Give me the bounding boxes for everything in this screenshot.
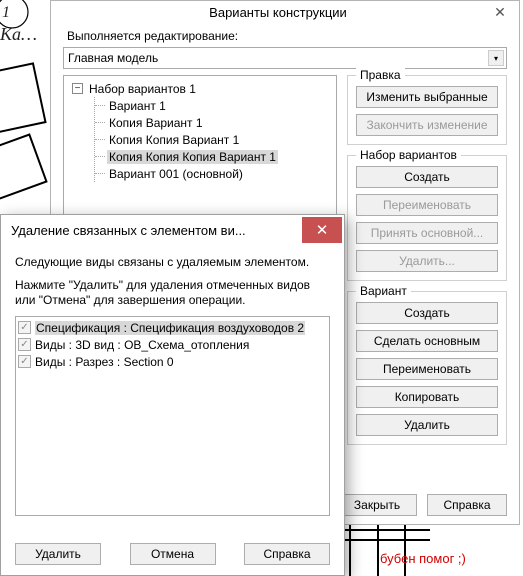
tree-item-label: Копия Копия Копия Вариант 1 bbox=[107, 150, 278, 164]
set-create-button[interactable]: Создать bbox=[356, 166, 498, 188]
close-icon[interactable]: ✕ bbox=[485, 3, 515, 21]
close-button[interactable]: Закрыть bbox=[337, 494, 417, 516]
set-rename-button[interactable]: Переименовать bbox=[356, 194, 498, 216]
delete-button[interactable]: Удалить bbox=[15, 543, 101, 565]
dialog-title: Варианты конструкции bbox=[51, 5, 485, 20]
list-item-label: Спецификация : Спецификация воздуховодов… bbox=[35, 321, 305, 335]
tree-item[interactable]: Копия Вариант 1 bbox=[103, 114, 330, 131]
child-msg-2: Нажмите "Удалить" для удаления отмеченны… bbox=[15, 278, 330, 308]
editing-label: Выполняется редактирование: bbox=[67, 29, 507, 43]
variant-create-button[interactable]: Создать bbox=[356, 302, 498, 324]
help-button[interactable]: Справка bbox=[427, 494, 507, 516]
checkbox-icon[interactable]: ✓ bbox=[18, 321, 31, 334]
tree-item[interactable]: Вариант 001 (основной) bbox=[103, 165, 330, 182]
delete-views-dialog: Удаление связанных с элементом ви... ✕ С… bbox=[0, 214, 345, 576]
bg-text-1: 1 bbox=[2, 4, 10, 22]
views-list[interactable]: ✓ Спецификация : Спецификация воздуховодо… bbox=[15, 316, 330, 516]
group-set-legend: Набор вариантов bbox=[356, 148, 461, 162]
list-item[interactable]: ✓ Виды : Разрез : Section 0 bbox=[18, 353, 327, 370]
help-button[interactable]: Справка bbox=[244, 543, 330, 565]
finish-change-button[interactable]: Закончить изменение bbox=[356, 114, 498, 136]
variant-delete-button[interactable]: Удалить bbox=[356, 414, 498, 436]
tree-root-node[interactable]: − Набор вариантов 1 bbox=[72, 80, 330, 97]
group-variant-legend: Вариант bbox=[356, 284, 411, 298]
set-accept-main-button[interactable]: Принять основной... bbox=[356, 222, 498, 244]
edit-selected-button[interactable]: Изменить выбранные bbox=[356, 86, 498, 108]
child-dialog-title: Удаление связанных с элементом ви... bbox=[11, 223, 300, 238]
checkbox-icon[interactable]: ✓ bbox=[18, 355, 31, 368]
list-item-label: Виды : 3D вид : ОВ_Схема_отопления bbox=[35, 338, 249, 352]
group-variant: Вариант Создать Сделать основным Переиме… bbox=[347, 291, 507, 445]
group-edit-legend: Правка bbox=[356, 68, 405, 82]
annotation-bottom: бубен помог ;) bbox=[380, 551, 466, 566]
editing-combo[interactable]: Главная модель ▾ bbox=[63, 47, 507, 69]
collapse-icon[interactable]: − bbox=[72, 83, 83, 94]
tree-item[interactable]: Копия Копия Копия Вариант 1 bbox=[103, 148, 330, 165]
combo-value: Главная модель bbox=[68, 51, 158, 65]
group-set: Набор вариантов Создать Переименовать Пр… bbox=[347, 155, 507, 281]
list-item[interactable]: ✓ Виды : 3D вид : ОВ_Схема_отопления bbox=[18, 336, 327, 353]
tree-item[interactable]: Копия Копия Вариант 1 bbox=[103, 131, 330, 148]
checkbox-icon[interactable]: ✓ bbox=[18, 338, 31, 351]
tree-item-label: Вариант 1 bbox=[107, 99, 168, 113]
list-item-label: Виды : Разрез : Section 0 bbox=[35, 355, 174, 369]
close-icon[interactable]: ✕ bbox=[302, 217, 342, 243]
cancel-button[interactable]: Отмена bbox=[130, 543, 216, 565]
bg-text-2: Ка… bbox=[0, 24, 37, 45]
variant-rename-button[interactable]: Переименовать bbox=[356, 358, 498, 380]
set-delete-button[interactable]: Удалить... bbox=[356, 250, 498, 272]
tree-item-label: Копия Копия Вариант 1 bbox=[107, 133, 241, 147]
tree-root-label: Набор вариантов 1 bbox=[87, 82, 198, 96]
child-msg-1: Следующие виды связаны с удаляемым элеме… bbox=[15, 255, 330, 270]
tree-item[interactable]: Вариант 1 bbox=[103, 97, 330, 114]
group-edit: Правка Изменить выбранные Закончить изме… bbox=[347, 75, 507, 145]
list-item[interactable]: ✓ Спецификация : Спецификация воздуховодо… bbox=[18, 319, 327, 336]
chevron-down-icon[interactable]: ▾ bbox=[488, 50, 504, 66]
variant-copy-button[interactable]: Копировать bbox=[356, 386, 498, 408]
variant-set-main-button[interactable]: Сделать основным bbox=[356, 330, 498, 352]
tree-item-label: Копия Вариант 1 bbox=[107, 116, 205, 130]
tree-item-label: Вариант 001 (основной) bbox=[107, 167, 245, 181]
